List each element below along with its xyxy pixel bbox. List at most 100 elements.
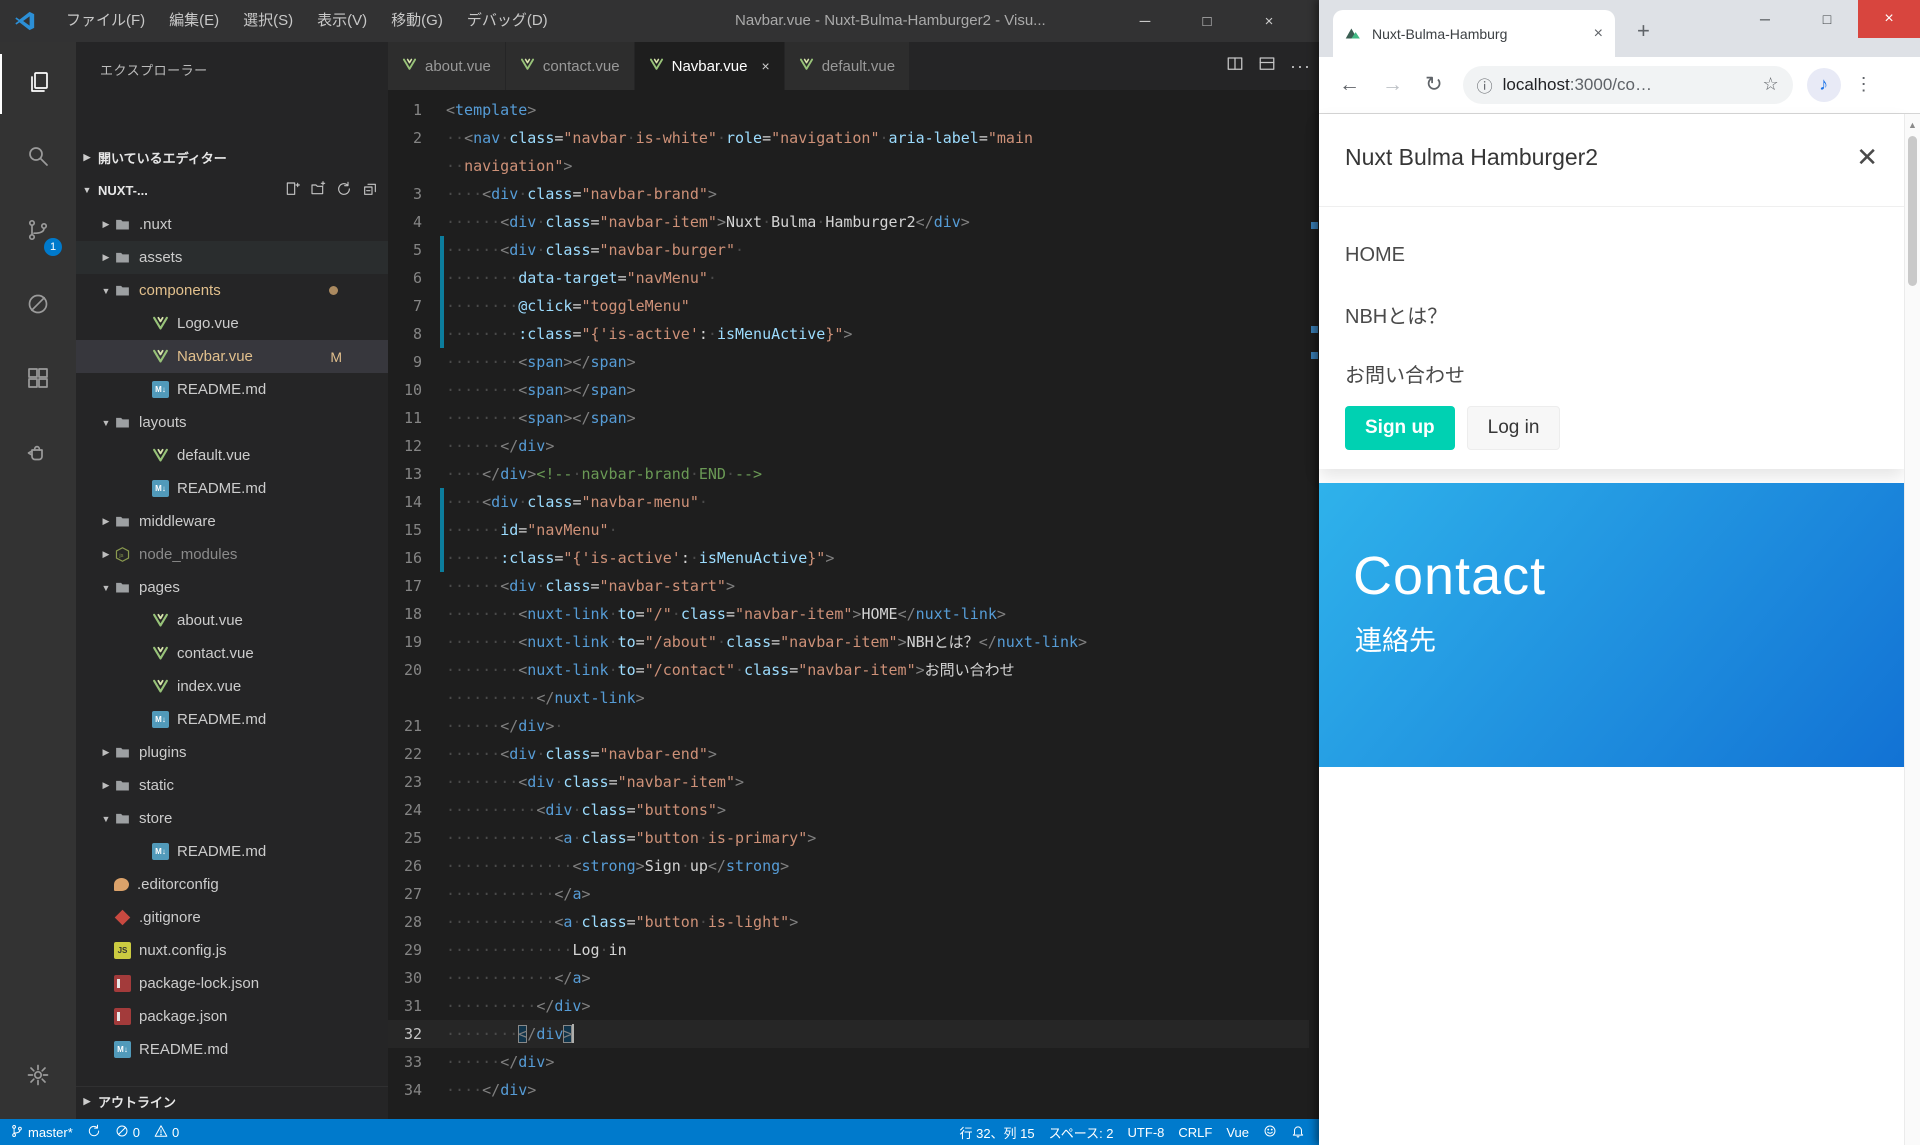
collapse-all-icon[interactable] bbox=[362, 181, 378, 200]
new-file-icon[interactable] bbox=[284, 181, 300, 200]
status-sync[interactable] bbox=[87, 1124, 101, 1141]
tree-item-Navbar.vue[interactable]: Navbar.vueM bbox=[76, 340, 388, 373]
status-行 32、列 15[interactable]: 行 32、列 15 bbox=[959, 1123, 1034, 1142]
tree-item-Logo.vue[interactable]: Logo.vue bbox=[76, 307, 388, 340]
code-line[interactable]: 7 ········@click="toggleMenu" bbox=[388, 292, 1309, 320]
menu-item[interactable]: デバッグ(D) bbox=[455, 0, 560, 42]
extension-music-icon[interactable]: ♪ bbox=[1807, 68, 1841, 102]
section-project[interactable]: ▼ NUXT-... bbox=[76, 175, 388, 205]
site-menu-item[interactable]: お問い合わせ bbox=[1345, 344, 1465, 403]
editor-tab-about.vue[interactable]: about.vue bbox=[388, 42, 506, 90]
tree-item-contact.vue[interactable]: contact.vue bbox=[76, 637, 388, 670]
code-line[interactable]: 33 ······</div> bbox=[388, 1048, 1309, 1076]
editor-tab-contact.vue[interactable]: contact.vue bbox=[506, 42, 635, 90]
code-line[interactable]: 29 ··············Log·in bbox=[388, 936, 1309, 964]
tree-item-nuxt.config.js[interactable]: JSnuxt.config.js bbox=[76, 934, 388, 967]
tree-item-default.vue[interactable]: default.vue bbox=[76, 439, 388, 472]
menu-close-icon[interactable]: ✕ bbox=[1856, 142, 1878, 173]
tree-item-.gitignore[interactable]: .gitignore bbox=[76, 901, 388, 934]
close-button[interactable]: × bbox=[1238, 13, 1300, 30]
tree-item-README.md[interactable]: M↓README.md bbox=[76, 835, 388, 868]
tree-item-components[interactable]: ▼components bbox=[76, 274, 388, 307]
code-line[interactable]: 24 ··········<div·class="buttons"> bbox=[388, 796, 1309, 824]
menu-item[interactable]: 編集(E) bbox=[157, 0, 231, 42]
reload-button[interactable]: ↻ bbox=[1425, 72, 1443, 97]
browser-tab[interactable]: Nuxt-Bulma-Hamburg × bbox=[1333, 10, 1615, 57]
code-line[interactable]: ··navigation"> bbox=[388, 152, 1309, 180]
browser-maximize-button[interactable]: □ bbox=[1796, 0, 1858, 38]
split-editor-icon[interactable] bbox=[1226, 55, 1244, 78]
new-folder-icon[interactable] bbox=[310, 181, 326, 200]
editor-tab-default.vue[interactable]: default.vue bbox=[785, 42, 910, 90]
activitybar-search[interactable] bbox=[0, 128, 76, 188]
scroll-up-icon[interactable]: ▲ bbox=[1908, 120, 1917, 130]
status-branch[interactable]: master* bbox=[10, 1124, 73, 1141]
new-tab-button[interactable]: + bbox=[1637, 18, 1650, 44]
tree-item-plugins[interactable]: ▶plugins bbox=[76, 736, 388, 769]
tab-close-icon[interactable]: × bbox=[1594, 25, 1603, 43]
site-brand[interactable]: Nuxt Bulma Hamburger2 bbox=[1345, 144, 1598, 171]
code-line[interactable]: 9 ········<span></span> bbox=[388, 348, 1309, 376]
code-line[interactable]: 28 ············<a·class="button·is-light… bbox=[388, 908, 1309, 936]
code-line[interactable]: 10 ········<span></span> bbox=[388, 376, 1309, 404]
activitybar-explorer[interactable] bbox=[0, 54, 76, 114]
code-line[interactable]: 1 <template> bbox=[388, 96, 1309, 124]
code-line[interactable]: 21 ······</div>· bbox=[388, 712, 1309, 740]
code-line[interactable]: 19 ········<nuxt-link·to="/about"·class=… bbox=[388, 628, 1309, 656]
code-line[interactable]: 14 ····<div·class="navbar-menu"· bbox=[388, 488, 1309, 516]
browser-close-button[interactable]: × bbox=[1858, 0, 1920, 38]
code-line[interactable]: 5 ······<div·class="navbar-burger"· bbox=[388, 236, 1309, 264]
maximize-button[interactable]: □ bbox=[1176, 13, 1238, 30]
code-line[interactable]: ··········</nuxt-link> bbox=[388, 684, 1309, 712]
section-outline[interactable]: ▶ アウトライン bbox=[76, 1086, 388, 1116]
tree-item-layouts[interactable]: ▼layouts bbox=[76, 406, 388, 439]
tree-item-index.vue[interactable]: index.vue bbox=[76, 670, 388, 703]
bookmark-star-icon[interactable]: ☆ bbox=[1762, 74, 1778, 95]
status-CRLF[interactable]: CRLF bbox=[1178, 1125, 1212, 1140]
code-line[interactable]: 16 ······:class="{'is-active':·isMenuAct… bbox=[388, 544, 1309, 572]
menu-item[interactable]: 表示(V) bbox=[305, 0, 379, 42]
code-line[interactable]: 32 ········</div> bbox=[388, 1020, 1309, 1048]
code-line[interactable]: 18 ········<nuxt-link·to="/"·class="navb… bbox=[388, 600, 1309, 628]
tree-item-node_modules[interactable]: ▶jsnode_modules bbox=[76, 538, 388, 571]
code-line[interactable]: 11 ········<span></span> bbox=[388, 404, 1309, 432]
site-info-icon[interactable]: ⓘ bbox=[1477, 73, 1493, 97]
code-line[interactable]: 17 ······<div·class="navbar-start"> bbox=[388, 572, 1309, 600]
tree-item-about.vue[interactable]: about.vue bbox=[76, 604, 388, 637]
tab-close-icon[interactable]: × bbox=[762, 58, 770, 74]
overview-ruler[interactable] bbox=[1309, 90, 1319, 1119]
code-line[interactable]: 4 ······<div·class="navbar-item">Nuxt·Bu… bbox=[388, 208, 1309, 236]
editor-layout-icon[interactable] bbox=[1258, 55, 1276, 78]
code-line[interactable]: 34 ····</div> bbox=[388, 1076, 1309, 1104]
code-editor[interactable]: 1 <template> 2 ··<nav·class="navbar·is-w… bbox=[388, 90, 1309, 1119]
code-line[interactable]: 26 ··············<strong>Sign·up</strong… bbox=[388, 852, 1309, 880]
activitybar-extensions[interactable] bbox=[0, 350, 76, 410]
signup-button[interactable]: Sign up bbox=[1345, 406, 1455, 450]
more-actions-icon[interactable]: ··· bbox=[1290, 56, 1311, 77]
tree-item-README.md[interactable]: M↓README.md bbox=[76, 703, 388, 736]
status-smiley[interactable] bbox=[1263, 1124, 1277, 1141]
tree-item-README.md[interactable]: M↓README.md bbox=[76, 373, 388, 406]
code-line[interactable]: 3 ····<div·class="navbar-brand"> bbox=[388, 180, 1309, 208]
tree-item-middleware[interactable]: ▶middleware bbox=[76, 505, 388, 538]
code-line[interactable]: 2 ··<nav·class="navbar·is-white"·role="n… bbox=[388, 124, 1309, 152]
code-line[interactable]: 30 ············</a> bbox=[388, 964, 1309, 992]
status-bell[interactable] bbox=[1291, 1124, 1305, 1141]
code-line[interactable]: 12 ······</div> bbox=[388, 432, 1309, 460]
activitybar-settings[interactable] bbox=[0, 1047, 76, 1107]
activitybar-extension-kettle[interactable] bbox=[0, 424, 76, 484]
activitybar-source-control[interactable]: 1 bbox=[0, 202, 76, 262]
address-bar[interactable]: ⓘ localhost:3000/co… ☆ bbox=[1463, 66, 1793, 104]
status-スペース: 2[interactable]: スペース: 2 bbox=[1049, 1123, 1114, 1142]
code-line[interactable]: 27 ············</a> bbox=[388, 880, 1309, 908]
menu-item[interactable]: 移動(G) bbox=[379, 0, 455, 42]
code-line[interactable]: 23 ········<div·class="navbar-item"> bbox=[388, 768, 1309, 796]
browser-minimize-button[interactable]: ─ bbox=[1734, 0, 1796, 38]
status-warning[interactable]: 0 bbox=[154, 1124, 179, 1141]
status-error[interactable]: 0 bbox=[115, 1124, 140, 1141]
tree-item-store[interactable]: ▼store bbox=[76, 802, 388, 835]
activitybar-debug[interactable] bbox=[0, 276, 76, 336]
refresh-icon[interactable] bbox=[336, 181, 352, 200]
tree-item-pages[interactable]: ▼pages bbox=[76, 571, 388, 604]
tree-item-README.md[interactable]: M↓README.md bbox=[76, 472, 388, 505]
